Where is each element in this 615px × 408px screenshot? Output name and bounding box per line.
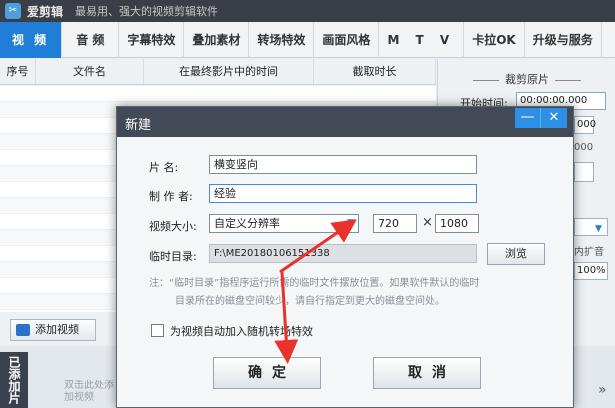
crop-duration-text: 000 <box>574 142 594 153</box>
tab-upgrade-service[interactable]: 升级与服务 <box>525 21 602 58</box>
crop-dropdown[interactable] <box>574 218 608 236</box>
browse-button[interactable]: 浏览 <box>487 243 545 265</box>
ok-button[interactable]: 确定 <box>213 357 321 389</box>
column-index[interactable]: 序号 <box>0 59 36 84</box>
random-transition-checkbox[interactable] <box>151 324 164 337</box>
video-size-label: 视频大小: <box>149 220 197 233</box>
app-titlebar: ✂ 爱剪辑 最易用、强大的视频剪辑软件 <box>0 0 615 22</box>
tab-subtitle-effects[interactable]: 字幕特效 <box>119 21 185 58</box>
video-size-select[interactable]: 自定义分辨率 ▼ <box>209 214 359 233</box>
chevron-down-icon: ▼ <box>595 224 602 234</box>
crop-end-time-input[interactable]: 000 <box>574 116 596 134</box>
app-name: 爱剪辑 <box>27 4 64 19</box>
temp-dir-label: 临时目录: <box>149 250 197 263</box>
tab-picture-style[interactable]: 画面风格 <box>314 21 380 58</box>
column-filename[interactable]: 文件名 <box>36 59 144 84</box>
width-field[interactable]: 720 <box>373 214 417 233</box>
column-clip-duration[interactable]: 截取时长 <box>314 59 436 84</box>
tab-transition-effects[interactable]: 转场特效 <box>249 21 315 58</box>
note-line-1: 注：“临时目录”指程序运行所需的临时文件摆放位置。如果软件默认的临时 <box>149 278 480 289</box>
tab-video[interactable]: 视 频 <box>0 21 63 58</box>
crop-volume-label: 内扩音 <box>574 247 604 258</box>
tab-overlay-material[interactable]: 叠加素材 <box>184 21 250 58</box>
crop-confirm-button[interactable] <box>574 162 594 182</box>
new-project-dialog: 新建 — ✕ 片 名: 横变竖向 制 作 者: 经验 视频大小: 自定义分辨率 … <box>116 106 574 408</box>
chevron-down-icon: ▼ <box>347 218 354 228</box>
column-final-time[interactable]: 在最终影片中的时间 <box>144 59 314 84</box>
name-field[interactable]: 横变竖向 <box>209 155 477 174</box>
app-slogan: 最易用、强大的视频剪辑软件 <box>75 5 219 18</box>
temp-dir-note: 注：“临时目录”指程序运行所需的临时文件摆放位置。如果软件默认的临时 目录所在的… <box>149 275 557 311</box>
film-icon <box>16 324 30 336</box>
crop-panel-title: 裁剪原片 <box>438 71 615 87</box>
table-row <box>0 86 436 102</box>
tab-karaoke[interactable]: 卡拉OK <box>464 21 525 58</box>
main-tabbar: 视 频 音 频 字幕特效 叠加素材 转场特效 画面风格 M T V 卡拉OK 升… <box>0 21 615 58</box>
added-clips-tab[interactable]: 已添加片 <box>0 352 28 408</box>
drop-hint-text[interactable]: 双击此处添加视频 <box>64 380 116 404</box>
tab-audio[interactable]: 音 频 <box>62 21 120 58</box>
app-logo-icon: ✂ <box>5 3 21 19</box>
name-label: 片 名: <box>149 161 179 174</box>
tab-mtv[interactable]: M T V <box>379 21 465 58</box>
cancel-button[interactable]: 取消 <box>373 357 481 389</box>
video-size-value: 自定义分辨率 <box>214 217 280 230</box>
add-video-label: 添加视频 <box>35 323 79 336</box>
file-table-header: 序号 文件名 在最终影片中的时间 截取时长 <box>0 59 436 85</box>
add-video-button[interactable]: 添加视频 <box>10 319 96 341</box>
minimize-icon[interactable]: — <box>515 108 541 128</box>
crop-volume-input[interactable]: 100% <box>574 262 608 280</box>
height-field[interactable]: 1080 <box>435 214 479 233</box>
author-field[interactable]: 经验 <box>209 184 477 203</box>
dialog-title: 新建 <box>125 118 152 133</box>
temp-dir-field[interactable]: F:\ME20180106151338 <box>209 244 477 263</box>
dialog-titlebar[interactable]: 新建 — ✕ <box>117 107 573 137</box>
random-transition-label[interactable]: 为视频自动加入随机转场特效 <box>170 323 313 339</box>
author-label: 制 作 者: <box>149 190 193 203</box>
note-line-2: 目录所在的磁盘空间较少，请自行指定到更大的磁盘空间处。 <box>175 296 445 307</box>
double-chevron-right-icon[interactable]: » <box>598 382 607 398</box>
close-icon[interactable]: ✕ <box>541 108 567 128</box>
multiply-icon: × <box>422 215 433 230</box>
